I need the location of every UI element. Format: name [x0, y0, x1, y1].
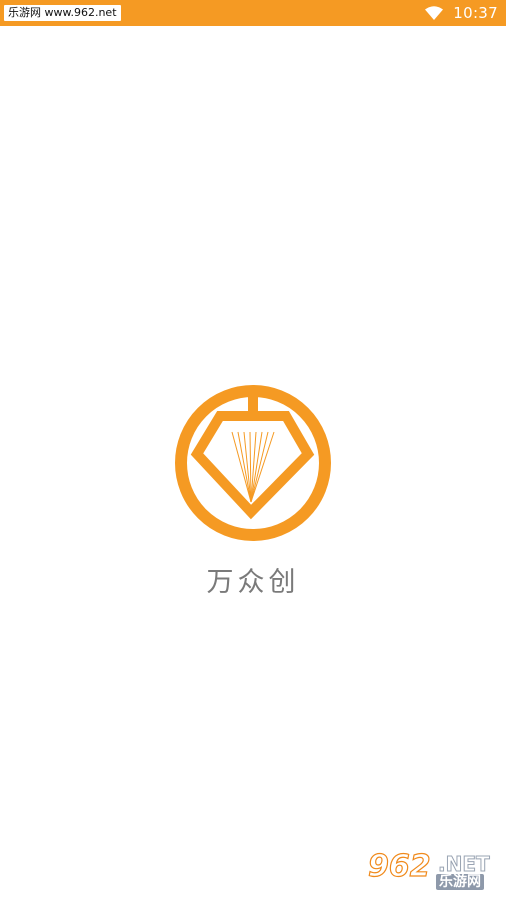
- watermark-domain: .NET: [438, 852, 491, 876]
- site-badge: 乐游网 www.962.net: [4, 5, 121, 21]
- status-right: 10:37: [425, 4, 498, 22]
- splash-screen: 乐游网 www.962.net 10:37 万众创 962 .NET 乐游网: [0, 0, 506, 900]
- app-logo: [172, 382, 334, 544]
- diamond-circle-logo-icon: [175, 385, 331, 541]
- watermark-number: 962: [367, 849, 431, 884]
- status-bar: 乐游网 www.962.net 10:37: [0, 0, 506, 26]
- status-clock: 10:37: [453, 4, 498, 22]
- wifi-icon: [425, 6, 444, 20]
- watermark-logo: 962 .NET 乐游网: [367, 849, 498, 892]
- brand-name: 万众创: [206, 567, 300, 598]
- watermark-chinese: 乐游网: [436, 874, 484, 890]
